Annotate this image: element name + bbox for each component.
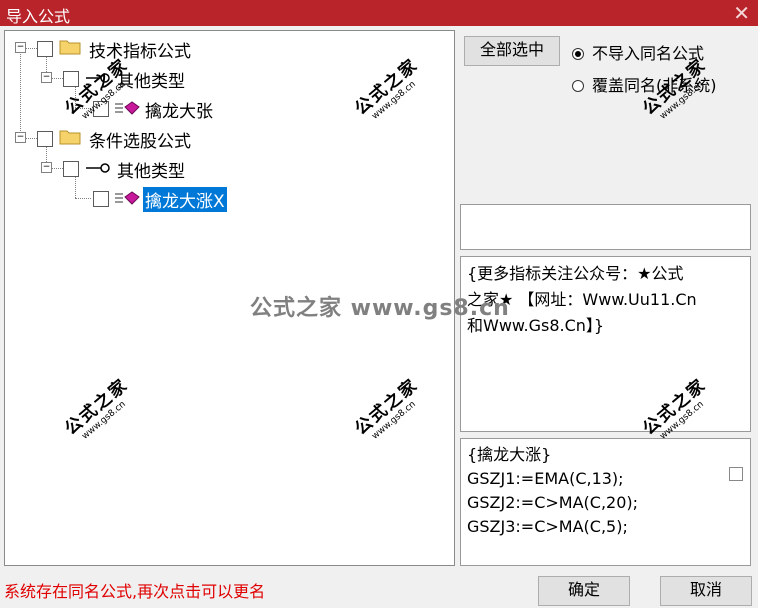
tree-connector bbox=[75, 198, 91, 199]
tree-checkbox[interactable] bbox=[63, 161, 79, 177]
tree-connector bbox=[51, 168, 63, 169]
collapse-icon[interactable]: − bbox=[15, 42, 26, 53]
collapse-icon[interactable]: − bbox=[15, 132, 26, 143]
formula-icon bbox=[115, 191, 140, 205]
tree-checkbox[interactable] bbox=[37, 41, 53, 57]
radio-dot-icon[interactable] bbox=[572, 80, 584, 92]
close-icon[interactable]: ✕ bbox=[733, 0, 750, 26]
formula-icon bbox=[115, 101, 140, 115]
tree-label[interactable]: 其他类型 bbox=[117, 157, 185, 182]
status-message: 系统存在同名公式,再次点击可以更名 bbox=[4, 582, 266, 601]
radio-dot-icon[interactable] bbox=[572, 48, 584, 60]
empty-info-box bbox=[460, 204, 751, 250]
title-bar: 导入公式 ✕ bbox=[0, 0, 758, 26]
collapse-icon[interactable]: − bbox=[41, 72, 52, 83]
ok-button[interactable]: 确定 bbox=[538, 576, 630, 606]
select-all-button[interactable]: 全部选中 bbox=[464, 36, 560, 66]
key-icon bbox=[86, 163, 110, 173]
tree-connector bbox=[20, 51, 21, 141]
code-line: GSZJ1:=EMA(C,13); bbox=[467, 469, 624, 488]
tree-checkbox[interactable] bbox=[37, 131, 53, 147]
formula-code-box[interactable]: {擒龙大涨} GSZJ1:=EMA(C,13); GSZJ2:=C>MA(C,2… bbox=[460, 438, 751, 566]
tree-connector bbox=[51, 78, 63, 79]
tree-label[interactable]: 条件选股公式 bbox=[89, 127, 191, 152]
center-watermark: 公式之家 www.gs8.cn bbox=[250, 296, 510, 321]
code-line: {擒龙大涨} bbox=[467, 445, 552, 464]
tree-label-selected[interactable]: 擒龙大涨X bbox=[143, 187, 227, 212]
notice-line: {更多指标关注公众号：★公式 bbox=[467, 264, 684, 283]
tree-connector bbox=[75, 176, 76, 198]
folder-icon bbox=[59, 130, 81, 145]
collapse-icon[interactable]: − bbox=[41, 162, 52, 173]
tree-connector bbox=[25, 48, 37, 49]
window-title: 导入公式 bbox=[6, 7, 71, 26]
folder-icon bbox=[59, 40, 81, 55]
code-line: GSZJ3:=C>MA(C,5); bbox=[467, 517, 628, 536]
tree-connector bbox=[25, 138, 37, 139]
cancel-button[interactable]: 取消 bbox=[660, 576, 752, 606]
code-checkbox[interactable] bbox=[729, 467, 743, 481]
tree-label[interactable]: 擒龙大张 bbox=[145, 97, 213, 122]
tree-checkbox[interactable] bbox=[93, 191, 109, 207]
tree-label[interactable]: 技术指标公式 bbox=[89, 37, 191, 62]
code-line: GSZJ2:=C>MA(C,20); bbox=[467, 493, 639, 512]
